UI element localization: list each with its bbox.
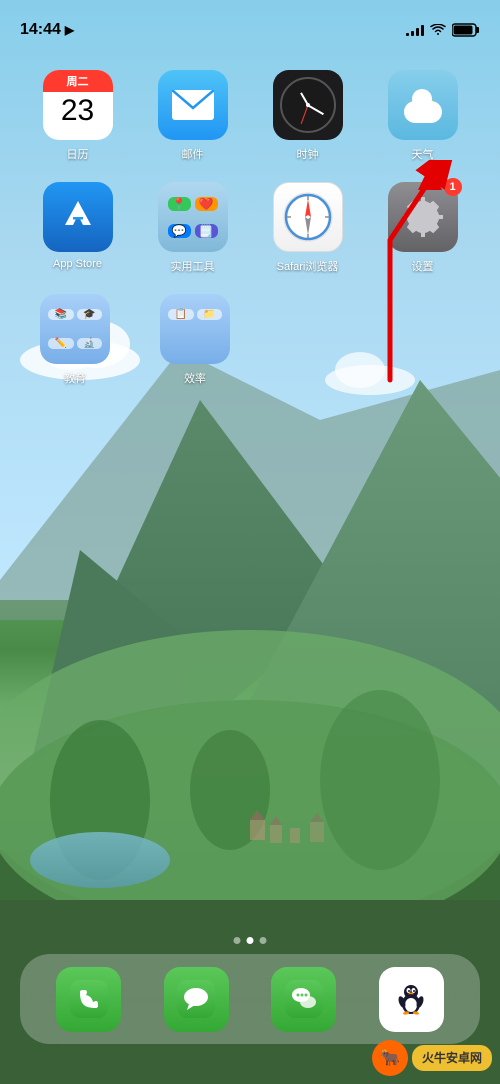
clock-label: 时钟 bbox=[297, 146, 319, 162]
calendar-date: 23 bbox=[61, 96, 94, 126]
clock-face bbox=[280, 77, 336, 133]
status-bar: 14:44 ▶ bbox=[0, 0, 500, 50]
app-weather[interactable]: 天气 bbox=[378, 70, 468, 162]
utility-mini-2: ❤️ bbox=[195, 197, 218, 211]
weather-graphic bbox=[404, 87, 442, 123]
mail-icon bbox=[158, 70, 228, 140]
battery-icon bbox=[452, 23, 480, 37]
safari-svg bbox=[280, 189, 336, 245]
status-time-area: 14:44 ▶ bbox=[20, 21, 74, 39]
eff-mini-2: 📁 bbox=[197, 309, 223, 320]
appstore-icon-wrapper bbox=[43, 182, 113, 252]
settings-badge: 1 bbox=[444, 178, 462, 196]
efficiency-label: 效率 bbox=[184, 370, 206, 386]
app-row-3: 📚 🎓 ✏️ 🔬 教育 📋 📁 效率 bbox=[20, 294, 480, 386]
weather-cloud bbox=[404, 101, 442, 123]
app-grid: 周二 23 日历 邮件 bbox=[0, 60, 500, 416]
mail-icon-wrapper bbox=[158, 70, 228, 140]
weather-icon bbox=[388, 70, 458, 140]
eff-mini-1: 📋 bbox=[168, 309, 194, 320]
appstore-label: App Store bbox=[53, 258, 102, 270]
watermark-text-bg: 火牛安卓网 bbox=[412, 1045, 492, 1071]
qq-svg bbox=[392, 980, 430, 1018]
settings-svg bbox=[399, 193, 447, 241]
messages-svg bbox=[177, 980, 215, 1018]
edu-mini-2: 🎓 bbox=[77, 309, 103, 320]
education-label: 教育 bbox=[64, 370, 86, 386]
education-icon-wrapper: 📚 🎓 ✏️ 🔬 bbox=[40, 294, 110, 364]
appstore-svg bbox=[56, 195, 100, 239]
appstore-icon bbox=[43, 182, 113, 252]
app-clock[interactable]: 时钟 bbox=[263, 70, 353, 162]
edu-mini-4: 🔬 bbox=[77, 338, 103, 349]
utility-mini-4: 🗒️ bbox=[195, 224, 218, 238]
watermark-text: 火牛安卓网 bbox=[422, 1051, 482, 1065]
app-education[interactable]: 📚 🎓 ✏️ 🔬 教育 bbox=[30, 294, 120, 386]
clock-center-dot bbox=[306, 103, 310, 107]
phone-svg bbox=[70, 980, 108, 1018]
dock-app-qq[interactable] bbox=[379, 967, 444, 1032]
page-dot-3 bbox=[260, 937, 267, 944]
page-dot-2 bbox=[247, 937, 254, 944]
location-icon: ▶ bbox=[65, 23, 74, 37]
wechat-svg bbox=[285, 980, 323, 1018]
settings-label: 设置 bbox=[412, 258, 434, 274]
app-row-1: 周二 23 日历 邮件 bbox=[20, 70, 480, 162]
efficiency-icon: 📋 📁 bbox=[160, 294, 230, 364]
app-utility[interactable]: 📍 ❤️ 💬 🗒️ 实用工具 bbox=[148, 182, 238, 274]
dock bbox=[20, 954, 480, 1044]
wechat-dock-icon bbox=[271, 967, 336, 1032]
calendar-icon: 周二 23 bbox=[43, 70, 113, 140]
calendar-icon-wrapper: 周二 23 bbox=[43, 70, 113, 140]
app-calendar[interactable]: 周二 23 日历 bbox=[33, 70, 123, 162]
mail-svg bbox=[172, 90, 214, 120]
edu-mini-3: ✏️ bbox=[48, 338, 74, 349]
time-display: 14:44 bbox=[20, 21, 61, 39]
app-efficiency[interactable]: 📋 📁 效率 bbox=[150, 294, 240, 386]
dock-app-phone[interactable] bbox=[56, 967, 121, 1032]
edu-mini-1: 📚 bbox=[48, 309, 74, 320]
weather-label: 天气 bbox=[412, 146, 434, 162]
mail-label: 邮件 bbox=[182, 146, 204, 162]
settings-icon-wrapper: 1 bbox=[388, 182, 458, 252]
app-row-2: App Store 📍 ❤️ 💬 🗒️ 实用工具 bbox=[20, 182, 480, 274]
utility-mini-1: 📍 bbox=[168, 197, 191, 211]
status-right-icons bbox=[406, 23, 480, 37]
clock-icon bbox=[273, 70, 343, 140]
clock-icon-wrapper bbox=[273, 70, 343, 140]
phone-dock-icon bbox=[56, 967, 121, 1032]
qq-dock-icon bbox=[379, 967, 444, 1032]
safari-label: Safari浏览器 bbox=[277, 258, 339, 274]
page-dots bbox=[234, 937, 267, 944]
app-appstore[interactable]: App Store bbox=[33, 182, 123, 274]
dock-app-wechat[interactable] bbox=[271, 967, 336, 1032]
calendar-header: 周二 bbox=[43, 70, 113, 92]
education-icon: 📚 🎓 ✏️ 🔬 bbox=[40, 294, 110, 364]
watermark-logo: 🐂 bbox=[372, 1040, 408, 1076]
utility-icon-wrapper: 📍 ❤️ 💬 🗒️ bbox=[158, 182, 228, 252]
messages-dock-icon bbox=[164, 967, 229, 1032]
app-safari[interactable]: Safari浏览器 bbox=[263, 182, 353, 274]
weather-icon-wrapper bbox=[388, 70, 458, 140]
signal-icon bbox=[406, 24, 424, 36]
utility-icon: 📍 ❤️ 💬 🗒️ bbox=[158, 182, 228, 252]
watermark: 🐂 火牛安卓网 bbox=[372, 1040, 492, 1076]
utility-label: 实用工具 bbox=[171, 258, 215, 274]
utility-mini-3: 💬 bbox=[168, 224, 191, 238]
dock-app-messages[interactable] bbox=[164, 967, 229, 1032]
app-settings[interactable]: 1 设置 bbox=[378, 182, 468, 274]
app-mail[interactable]: 邮件 bbox=[148, 70, 238, 162]
safari-icon-wrapper bbox=[273, 182, 343, 252]
calendar-label: 日历 bbox=[67, 146, 89, 162]
safari-icon bbox=[273, 182, 343, 252]
wifi-icon bbox=[430, 24, 446, 36]
efficiency-icon-wrapper: 📋 📁 bbox=[160, 294, 230, 364]
page-dot-1 bbox=[234, 937, 241, 944]
